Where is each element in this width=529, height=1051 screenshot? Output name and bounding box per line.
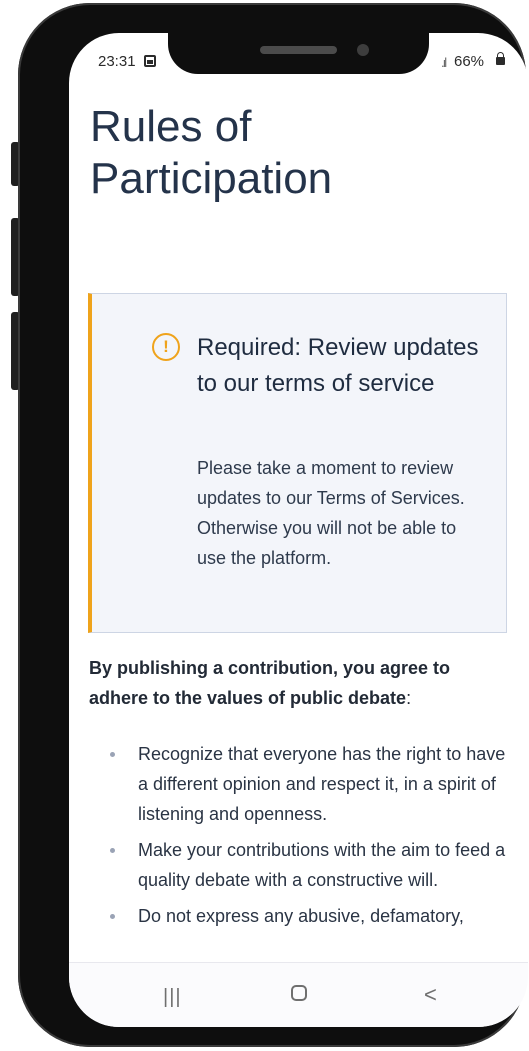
page-title: Rules of Participation bbox=[90, 102, 333, 203]
warning-circle-icon: ! bbox=[152, 333, 180, 361]
back-button[interactable]: < bbox=[424, 982, 437, 1008]
front-camera bbox=[357, 44, 369, 56]
phone-screen: 23:31 .ıl 66% Rules of Participation ! R… bbox=[69, 33, 528, 1027]
android-nav-bar: ||| < bbox=[69, 962, 528, 1027]
home-button[interactable] bbox=[291, 985, 307, 1001]
rule-item: Do not express any abusive, defamatory, bbox=[97, 901, 515, 931]
camera-notch bbox=[168, 33, 429, 74]
notice-body: Please take a moment to review updates t… bbox=[197, 458, 465, 568]
recent-apps-button[interactable]: ||| bbox=[163, 986, 182, 1009]
signal-icon: .ıl bbox=[441, 55, 447, 70]
terms-update-notice: ! Required: Review updates to our terms … bbox=[88, 293, 507, 633]
rule-item: Recognize that everyone has the right to… bbox=[97, 739, 515, 829]
lock-icon bbox=[496, 52, 505, 65]
intro-suffix: : bbox=[406, 688, 412, 708]
status-time: 23:31 bbox=[98, 53, 136, 70]
battery-percentage: 66% bbox=[454, 53, 485, 70]
rule-item: Make your contributions with the aim to … bbox=[97, 835, 515, 895]
image-icon bbox=[144, 55, 156, 67]
phone-frame: 23:31 .ıl 66% Rules of Participation ! R… bbox=[18, 3, 528, 1047]
rules-list: Recognize that everyone has the right to… bbox=[97, 739, 515, 937]
speaker-grille bbox=[260, 46, 337, 54]
notice-title: Required: Review updates to our terms of… bbox=[197, 334, 479, 397]
intro-text: By publishing a contribution, you agree … bbox=[89, 653, 509, 713]
intro-bold-text: By publishing a contribution, you agree … bbox=[89, 658, 451, 708]
